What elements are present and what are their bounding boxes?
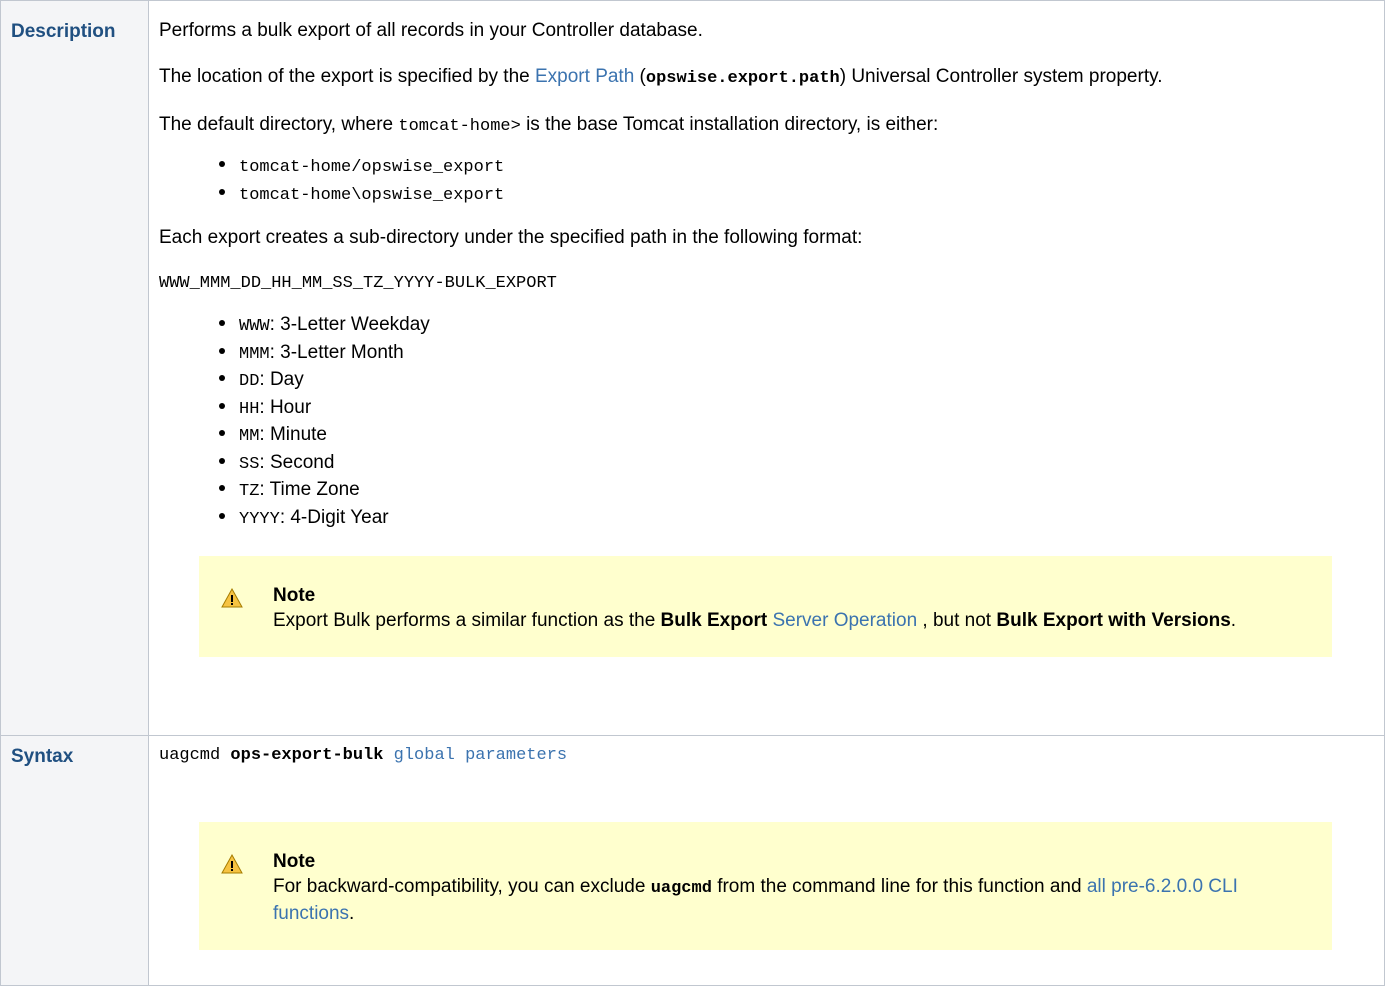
- field-list: WWW: 3-Letter Weekday MMM: 3-Letter Mont…: [159, 312, 1374, 532]
- list-item: SS: Second: [219, 450, 1374, 478]
- list-item: TZ: Time Zone: [219, 477, 1374, 505]
- description-label: Description: [0, 0, 149, 736]
- tomcat-home-code: tomcat-home>: [398, 117, 521, 136]
- list-item: MMM: 3-Letter Month: [219, 340, 1374, 368]
- syntax-label: Syntax: [0, 735, 149, 986]
- syntax-line: uagcmd ops-export-bulk global parameters: [159, 746, 568, 765]
- description-intro: Performs a bulk export of all records in…: [159, 20, 703, 41]
- list-item: WWW: 3-Letter Weekday: [219, 312, 1374, 340]
- format-intro: Each export creates a sub-directory unde…: [159, 227, 863, 248]
- note-text: For backward-compatibility, you can excl…: [273, 876, 1238, 924]
- global-link[interactable]: global: [394, 746, 455, 765]
- server-operation-link[interactable]: Server Operation: [772, 610, 917, 631]
- property-name: opswise.export.path: [645, 69, 840, 88]
- list-item: YYYY: 4-Digit Year: [219, 505, 1374, 533]
- format-string: WWW_MMM_DD_HH_MM_SS_TZ_YYYY-BULK_EXPORT: [159, 274, 557, 293]
- list-item: tomcat-home/opswise_export: [219, 153, 1374, 181]
- location-paragraph: The location of the export is specified …: [159, 66, 1163, 88]
- list-item: tomcat-home\opswise_export: [219, 181, 1374, 209]
- export-path-link[interactable]: Export Path: [535, 66, 634, 87]
- syntax-content: uagcmd ops-export-bulk global parameters…: [148, 735, 1385, 986]
- parameters-link[interactable]: parameters: [465, 746, 567, 765]
- warning-icon: [221, 588, 243, 608]
- note-title: Note: [273, 851, 316, 872]
- list-item: HH: Hour: [219, 395, 1374, 423]
- list-item: MM: Minute: [219, 422, 1374, 450]
- note-text: Export Bulk performs a similar function …: [273, 610, 1237, 631]
- note-box-export: Note Export Bulk performs a similar func…: [199, 556, 1332, 657]
- note-box-syntax: Note For backward-compatibility, you can…: [199, 822, 1332, 950]
- description-content: Performs a bulk export of all records in…: [148, 0, 1385, 736]
- syntax-row: Syntax uagcmd ops-export-bulk global par…: [0, 735, 1385, 986]
- note-title: Note: [273, 585, 316, 606]
- warning-icon: [221, 854, 243, 874]
- path-list: tomcat-home/opswise_export tomcat-home\o…: [159, 153, 1374, 208]
- description-row: Description Performs a bulk export of al…: [0, 0, 1385, 736]
- doc-table: Description Performs a bulk export of al…: [0, 0, 1385, 986]
- subcommand: ops-export-bulk: [230, 746, 384, 765]
- default-dir-paragraph: The default directory, where tomcat-home…: [159, 114, 939, 136]
- list-item: DD: Day: [219, 367, 1374, 395]
